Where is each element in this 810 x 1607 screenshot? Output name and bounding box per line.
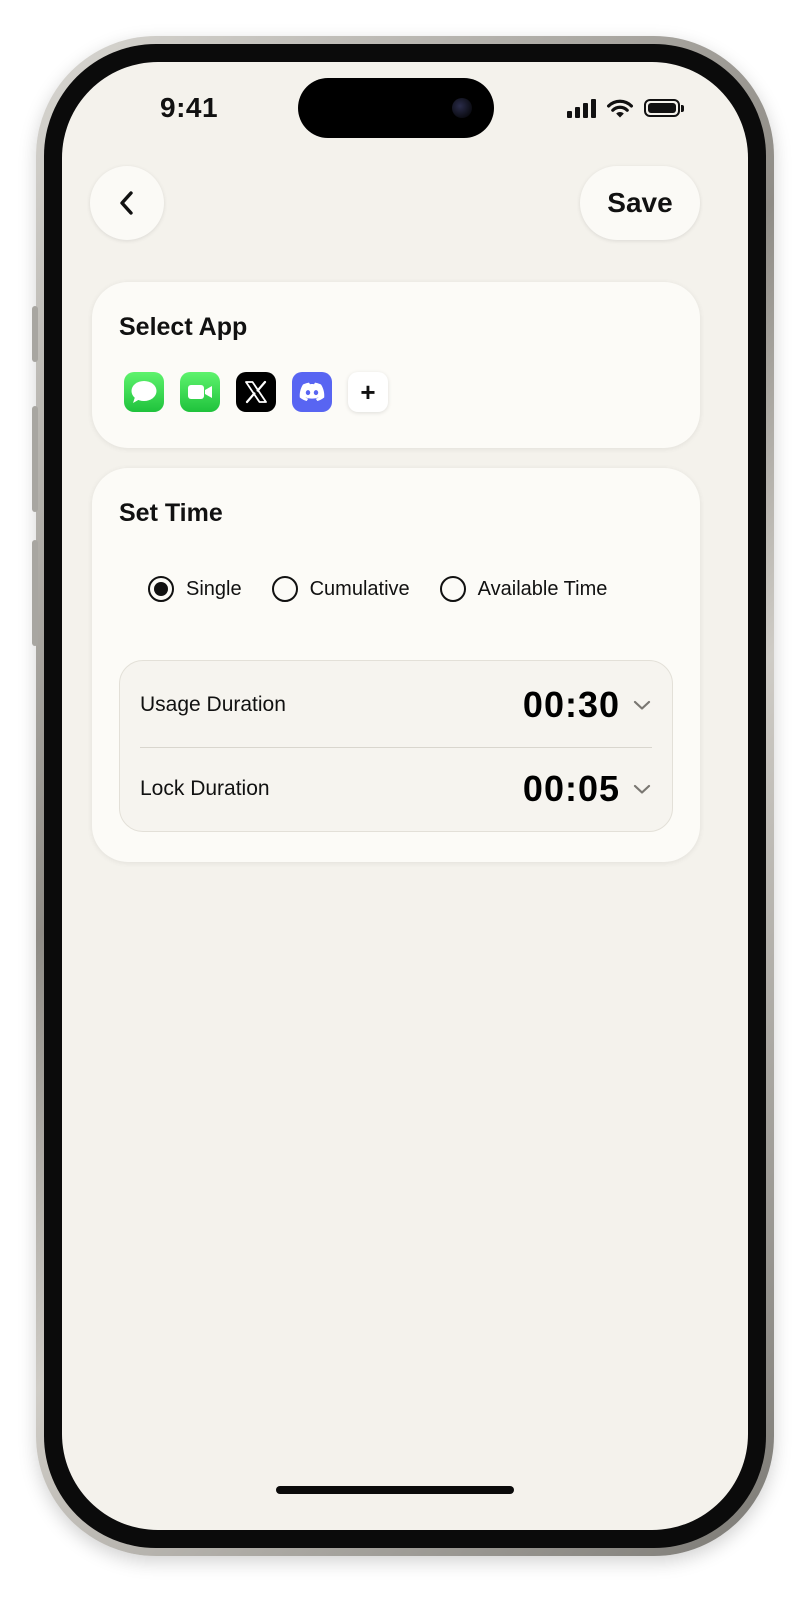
screen: 9:41 Save Select App + Set Time Single C… xyxy=(62,62,748,1530)
action-button xyxy=(32,306,38,362)
dynamic-island xyxy=(298,78,494,138)
usage-duration-label: Usage Duration xyxy=(140,693,286,716)
status-time: 9:41 xyxy=(160,92,219,123)
facetime-icon[interactable] xyxy=(180,372,220,412)
select-app-card: Select App + xyxy=(92,282,700,448)
camera-icon xyxy=(452,98,472,118)
radio-cumulative[interactable]: Cumulative xyxy=(271,576,410,602)
duration-box: Usage Duration 00:30 Lock Duration 00:05 xyxy=(119,660,673,832)
chevron-down-icon xyxy=(633,784,651,794)
back-button[interactable] xyxy=(90,166,164,240)
home-indicator[interactable] xyxy=(276,1486,514,1494)
radio-circle-selected xyxy=(148,576,174,602)
volume-down-button xyxy=(32,540,38,646)
lock-duration-value: 00:05 xyxy=(522,768,620,809)
radio-circle xyxy=(271,576,298,602)
radio-label: Available Time xyxy=(477,577,608,600)
add-app-button[interactable]: + xyxy=(348,372,388,412)
time-mode-group: Single Cumulative Available Time xyxy=(148,576,607,602)
radio-label: Cumulative xyxy=(309,577,410,600)
wifi-icon xyxy=(607,99,633,118)
save-button[interactable]: Save xyxy=(580,166,700,240)
radio-available-time[interactable]: Available Time xyxy=(439,576,608,602)
cellular-signal-icon xyxy=(567,98,596,118)
chevron-left-icon xyxy=(120,191,133,215)
volume-up-button xyxy=(32,406,38,512)
radio-circle xyxy=(439,576,466,602)
set-time-card: Set Time Single Cumulative Available Tim… xyxy=(92,468,700,862)
radio-label: Single xyxy=(186,577,242,600)
lock-duration-row[interactable]: Lock Duration 00:05 xyxy=(140,747,652,831)
chevron-down-icon xyxy=(633,700,651,710)
discord-icon[interactable] xyxy=(292,372,332,412)
x-icon[interactable] xyxy=(236,372,276,412)
usage-duration-value: 00:30 xyxy=(522,684,620,725)
messages-icon[interactable] xyxy=(124,372,164,412)
status-icons xyxy=(567,96,684,120)
set-time-title: Set Time xyxy=(119,499,223,527)
select-app-title: Select App xyxy=(119,313,248,341)
lock-duration-label: Lock Duration xyxy=(140,777,270,800)
app-list: + xyxy=(124,372,388,412)
usage-duration-row[interactable]: Usage Duration 00:30 xyxy=(140,663,652,747)
radio-single[interactable]: Single xyxy=(148,576,242,602)
battery-icon xyxy=(644,99,684,117)
